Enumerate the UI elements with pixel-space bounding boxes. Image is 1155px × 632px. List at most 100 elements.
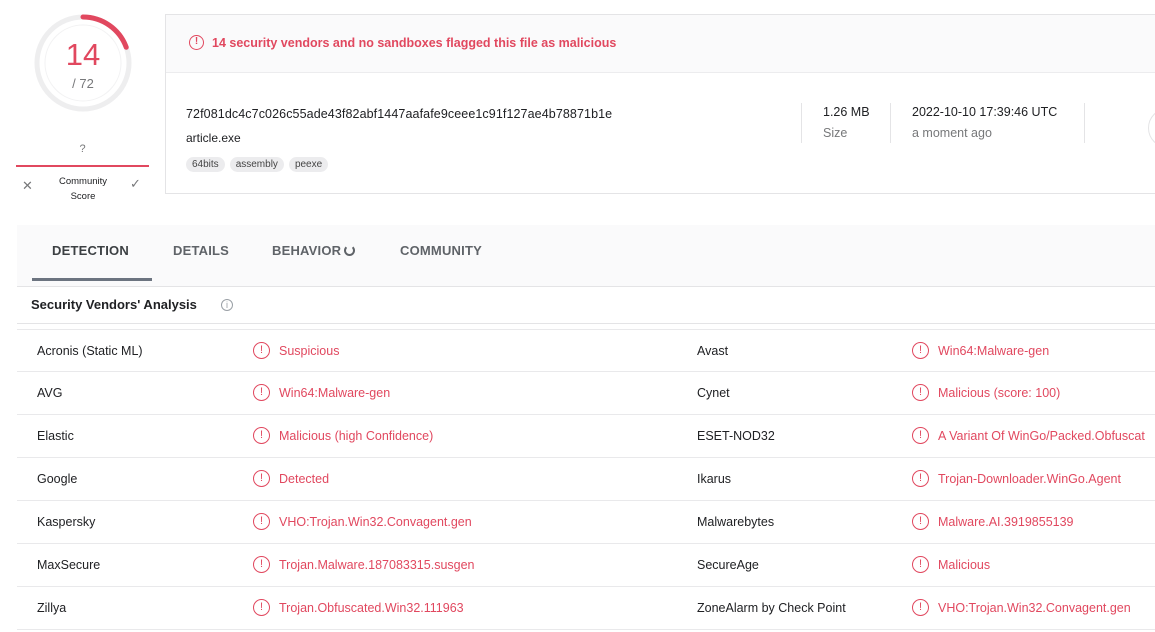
detection-score-ring: 14 / 72	[34, 14, 132, 112]
vendor-result-text: Trojan-Downloader.WinGo.Agent	[938, 471, 1121, 486]
vendor-result-text: Suspicious	[279, 343, 340, 358]
analysis-date-relative: a moment ago	[912, 126, 992, 140]
vendor-name: Acronis (Static ML)	[37, 344, 143, 358]
file-tags: 64bits assembly peexe	[186, 157, 329, 172]
file-summary-card: ! 14 security vendors and no sandboxes f…	[165, 14, 1155, 194]
tag-64bits[interactable]: 64bits	[186, 157, 225, 172]
vendor-name: MaxSecure	[37, 558, 101, 572]
alert-circle-icon: !	[912, 342, 929, 359]
malicious-alert: ! 14 security vendors and no sandboxes f…	[189, 35, 616, 50]
alert-circle-icon: !	[253, 513, 270, 530]
vendor-name: AVG	[37, 386, 63, 400]
vendor-name: ESET-NOD32	[697, 429, 775, 443]
alert-banner: ! 14 security vendors and no sandboxes f…	[166, 15, 1155, 73]
table-row: Acronis (Static ML) ! Suspicious Avast ! W…	[17, 329, 1155, 372]
vendor-name: Zillya	[37, 601, 67, 615]
vendor-result: ! Detected	[253, 470, 329, 487]
vendor-result-text: Trojan.Obfuscated.Win32.111963	[279, 600, 464, 615]
vendor-result: ! Win64:Malware-gen	[253, 384, 390, 401]
score-total: / 72	[72, 76, 94, 91]
divider	[801, 103, 802, 143]
table-row: Elastic ! Malicious (high Confidence) ESE…	[17, 415, 1155, 458]
table-row: AVG ! Win64:Malware-gen Cynet ! Malicious …	[17, 372, 1155, 415]
vendor-result: ! A Variant Of WinGo/Packed.Obfuscat	[912, 427, 1145, 444]
alert-circle-icon: !	[912, 556, 929, 573]
divider	[1084, 103, 1085, 143]
alert-circle-icon: !	[253, 470, 270, 487]
alert-circle-icon: !	[189, 35, 204, 50]
tab-bar: DETECTION DETAILS BEHAVIOR COMMUNITY	[17, 225, 1155, 287]
community-score-value: ?	[79, 143, 86, 155]
file-type-icon-button[interactable]	[1148, 108, 1155, 148]
tab-behavior-label: BEHAVIOR	[272, 243, 342, 258]
community-score-label: Community Score	[58, 176, 108, 202]
table-row: Google ! Detected Ikarus ! Trojan-Download…	[17, 458, 1155, 501]
vendor-result: ! VHO:Trojan.Win32.Convagent.gen	[912, 599, 1131, 616]
vendor-result-text: Detected	[279, 471, 330, 486]
alert-circle-icon: !	[912, 427, 929, 444]
vendor-result: ! Win64:Malware-gen	[912, 342, 1049, 359]
alert-circle-icon: !	[912, 513, 929, 530]
vendor-result-text: VHO:Trojan.Win32.Convagent.gen	[279, 514, 472, 529]
alert-circle-icon: !	[253, 599, 270, 616]
tab-behavior[interactable]: BEHAVIOR	[272, 243, 356, 258]
vendor-result-text: Malicious (score: 100)	[938, 385, 1061, 400]
vendors-table: Acronis (Static ML) ! Suspicious Avast ! W…	[17, 329, 1155, 630]
alert-circle-icon: !	[253, 342, 270, 359]
tag-peexe[interactable]: peexe	[288, 157, 329, 172]
loading-spinner-icon	[344, 245, 356, 256]
vendor-result-text: Malware.AI.3919855139	[938, 514, 1074, 529]
tab-details[interactable]: DETAILS	[173, 243, 229, 258]
vendor-name: ZoneAlarm by Check Point	[697, 601, 846, 615]
check-icon[interactable]: ✓	[130, 176, 141, 192]
tab-community[interactable]: COMMUNITY	[400, 243, 482, 258]
community-score-bar	[16, 165, 149, 167]
vendor-name: SecureAge	[697, 558, 759, 572]
alert-circle-icon: !	[912, 470, 929, 487]
vendor-result: ! Malware.AI.3919855139	[912, 513, 1074, 530]
vendor-result-text: Win64:Malware-gen	[938, 343, 1050, 358]
tab-detection[interactable]: DETECTION	[52, 243, 129, 258]
vendor-result-text: VHO:Trojan.Win32.Convagent.gen	[938, 600, 1131, 615]
file-name: article.exe	[186, 131, 241, 145]
vendor-result: ! Trojan.Malware.187083315.susgen	[253, 556, 475, 573]
vendor-result-text: A Variant Of WinGo/Packed.Obfuscat	[938, 428, 1145, 443]
alert-circle-icon: !	[912, 599, 929, 616]
alert-text: 14 security vendors and no sandboxes fla…	[212, 35, 617, 50]
vendor-result-text: Malicious (high Confidence)	[279, 428, 434, 443]
divider	[17, 323, 1155, 324]
vendor-name: Google	[37, 472, 78, 486]
vendor-result-text: Win64:Malware-gen	[279, 385, 391, 400]
vendor-result: ! Malicious	[912, 556, 990, 573]
divider	[890, 103, 891, 143]
vendor-name: Ikarus	[697, 472, 732, 486]
vendor-result: ! Malicious (high Confidence)	[253, 427, 433, 444]
table-row: MaxSecure ! Trojan.Malware.187083315.susg…	[17, 544, 1155, 587]
tag-assembly[interactable]: assembly	[229, 157, 284, 172]
analysis-date-value: 2022-10-10 17:39:46 UTC	[912, 105, 1058, 119]
alert-circle-icon: !	[253, 427, 270, 444]
vendor-name: Kaspersky	[37, 515, 96, 529]
alert-circle-icon: !	[912, 384, 929, 401]
vendor-result-text: Trojan.Malware.187083315.susgen	[279, 557, 475, 572]
vendor-result: ! VHO:Trojan.Win32.Convagent.gen	[253, 513, 472, 530]
vendor-result: ! Malicious (score: 100)	[912, 384, 1060, 401]
table-row: Zillya ! Trojan.Obfuscated.Win32.111963 Z…	[17, 587, 1155, 630]
file-size-label: Size	[823, 126, 848, 140]
vendor-result: ! Suspicious	[253, 342, 339, 359]
score-detected: 14	[65, 37, 101, 72]
alert-circle-icon: !	[253, 556, 270, 573]
file-size-value: 1.26 MB	[823, 105, 870, 119]
alert-circle-icon: !	[253, 384, 270, 401]
file-hash[interactable]: 72f081dc4c7c026c55ade43f82abf1447aafafe9…	[186, 107, 612, 121]
vendor-name: Elastic	[37, 429, 74, 443]
section-title: Security Vendors' Analysis	[31, 297, 197, 312]
info-icon[interactable]: i	[221, 299, 233, 311]
active-tab-indicator	[32, 278, 152, 281]
close-icon[interactable]: ✕	[22, 178, 33, 194]
vendor-result: ! Trojan.Obfuscated.Win32.111963	[253, 599, 464, 616]
vendor-name: Avast	[697, 344, 729, 358]
table-row: Kaspersky ! VHO:Trojan.Win32.Convagent.ge…	[17, 501, 1155, 544]
vendor-result: ! Trojan-Downloader.WinGo.Agent	[912, 470, 1121, 487]
vendor-name: Cynet	[697, 386, 730, 400]
